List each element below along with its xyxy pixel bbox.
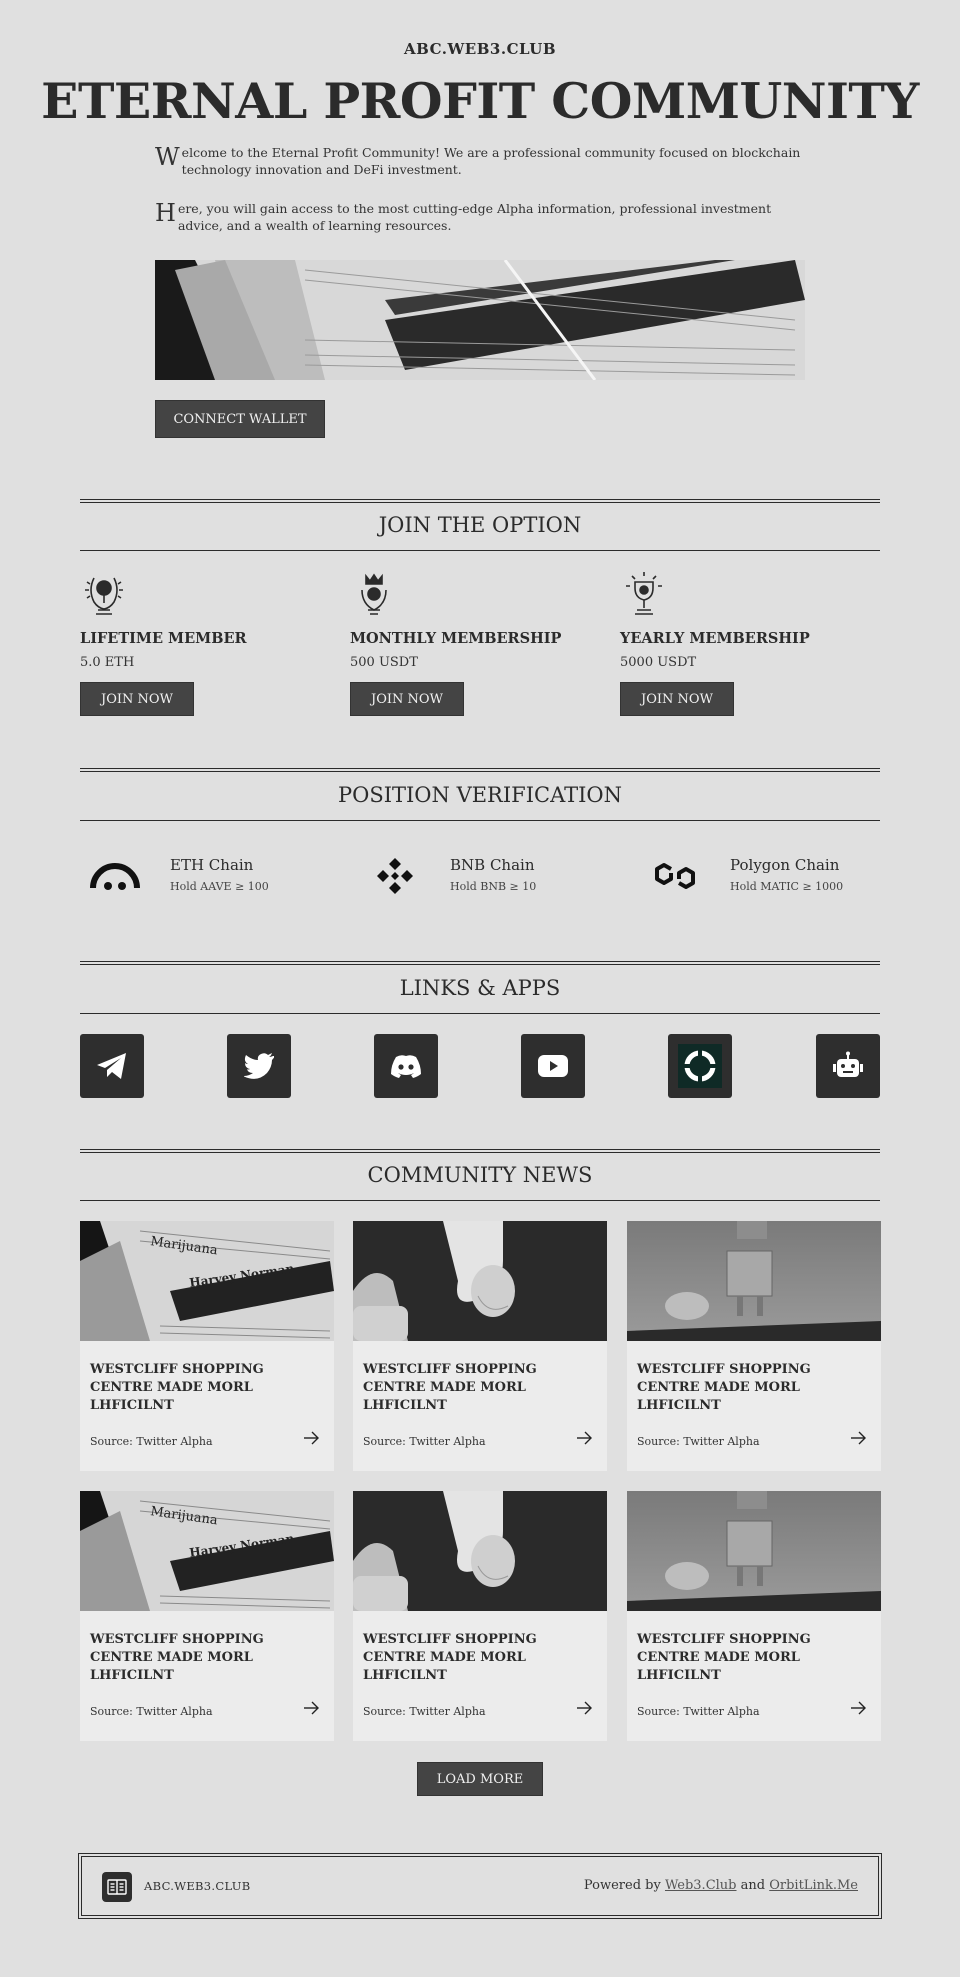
- news-title: WESTCLIFF SHOPPING CENTRE MADE MORL LHFI…: [363, 1362, 537, 1413]
- polygon-icon: [640, 846, 710, 906]
- plan-name: MONTHLY MEMBERSHIP: [350, 630, 562, 647]
- section-rule: [80, 1149, 880, 1153]
- intro-paragraph-1: Welcome to the Eternal Profit Community!…: [155, 143, 801, 177]
- news-title: WESTCLIFF SHOPPING CENTRE MADE MORL LHFI…: [637, 1362, 811, 1413]
- news-title: WESTCLIFF SHOPPING CENTRE MADE MORL LHFI…: [363, 1632, 537, 1683]
- arrow-right-icon[interactable]: [575, 1429, 593, 1447]
- news-source: Source: Twitter Alpha: [637, 1705, 760, 1718]
- arrow-right-icon[interactable]: [302, 1699, 320, 1717]
- site-name: ABC.WEB3.CLUB: [403, 40, 557, 58]
- news-card[interactable]: Marijuana Harvey Norman WESTCLIFF SHOPPING…: [80, 1491, 334, 1741]
- chain-name: BNB Chain: [450, 856, 535, 874]
- chain-requirement: Hold MATIC ≥ 1000: [730, 880, 844, 893]
- arrow-right-icon[interactable]: [849, 1699, 867, 1717]
- news-source: Source: Twitter Alpha: [90, 1435, 213, 1448]
- chain-requirement: Hold BNB ≥ 10: [450, 880, 537, 893]
- plan-name: YEARLY MEMBERSHIP: [620, 630, 810, 647]
- footer-site-name: ABC.WEB3.CLUB: [144, 1879, 251, 1893]
- robot-icon[interactable]: [816, 1034, 880, 1098]
- news-source: Source: Twitter Alpha: [90, 1705, 213, 1718]
- arrow-right-icon[interactable]: [849, 1429, 867, 1447]
- youtube-icon[interactable]: [521, 1034, 585, 1098]
- orbitlink-link[interactable]: OrbitLink.Me: [769, 1878, 858, 1893]
- chain-name: ETH Chain: [170, 856, 254, 874]
- intro-paragraph-2: Here, you will gain access to the most c…: [155, 199, 772, 233]
- section-title-verification: POSITION VERIFICATION: [337, 783, 623, 807]
- drop-cap: W: [155, 143, 180, 171]
- crown-hands-icon: [350, 570, 398, 618]
- section-rule: [80, 768, 880, 772]
- plan-price: 5000 USDT: [620, 655, 697, 670]
- app-ring-icon[interactable]: [668, 1034, 732, 1098]
- news-thumbnail: [353, 1221, 607, 1341]
- aave-icon: [80, 846, 150, 906]
- section-title-news: COMMUNITY NEWS: [367, 1163, 593, 1187]
- drop-cap: H: [155, 199, 176, 227]
- section-line: [80, 820, 880, 821]
- plan-name: LIFETIME MEMBER: [80, 630, 247, 647]
- chain-polygon: Polygon Chain Hold MATIC ≥ 1000: [640, 846, 900, 906]
- discord-icon[interactable]: [374, 1034, 438, 1098]
- join-now-button-yearly[interactable]: JOIN NOW: [620, 682, 734, 716]
- news-thumbnail: [353, 1491, 607, 1611]
- web3club-link[interactable]: Web3.Club: [665, 1878, 737, 1893]
- news-card[interactable]: WESTCLIFF SHOPPING CENTRE MADE MORL LHFI…: [353, 1491, 607, 1741]
- plan-price: 500 USDT: [350, 655, 418, 670]
- news-card[interactable]: WESTCLIFF SHOPPING CENTRE MADE MORL LHFI…: [627, 1221, 881, 1471]
- join-now-button-lifetime[interactable]: JOIN NOW: [80, 682, 194, 716]
- plan-yearly: YEARLY MEMBERSHIP 5000 USDT JOIN NOW: [620, 570, 870, 716]
- chain-name: Polygon Chain: [730, 856, 840, 874]
- news-card[interactable]: WESTCLIFF SHOPPING CENTRE MADE MORL LHFI…: [627, 1491, 881, 1741]
- bnb-icon: [360, 846, 430, 906]
- section-rule: [80, 961, 880, 965]
- news-thumbnail: Marijuana Harvey Norman: [80, 1221, 334, 1341]
- arrow-right-icon[interactable]: [302, 1429, 320, 1447]
- news-source: Source: Twitter Alpha: [637, 1435, 760, 1448]
- news-card[interactable]: WESTCLIFF SHOPPING CENTRE MADE MORL LHFI…: [353, 1221, 607, 1471]
- connect-wallet-button[interactable]: CONNECT WALLET: [155, 400, 325, 438]
- news-thumbnail: [627, 1491, 881, 1611]
- section-rule: [80, 499, 880, 503]
- news-title: WESTCLIFF SHOPPING CENTRE MADE MORL LHFI…: [637, 1632, 811, 1683]
- footer: ABC.WEB3.CLUB Powered by Web3.Club and O…: [78, 1853, 882, 1919]
- hero-image: [155, 260, 805, 380]
- section-line: [80, 550, 880, 551]
- section-title-options: JOIN THE OPTION: [378, 513, 582, 537]
- hero-title: ETERNAL PROFIT COMMUNITY: [41, 72, 919, 130]
- shining-trophy-icon: [620, 570, 668, 618]
- laurel-trophy-icon: [80, 570, 128, 618]
- section-line: [80, 1013, 880, 1014]
- section-line: [80, 1200, 880, 1201]
- plan-price: 5.0 ETH: [80, 655, 135, 670]
- arrow-right-icon[interactable]: [575, 1699, 593, 1717]
- news-title: WESTCLIFF SHOPPING CENTRE MADE MORL LHFI…: [90, 1362, 264, 1413]
- news-thumbnail: [627, 1221, 881, 1341]
- book-logo-icon: [102, 1872, 132, 1902]
- chain-requirement: Hold AAVE ≥ 100: [170, 880, 269, 893]
- news-title: WESTCLIFF SHOPPING CENTRE MADE MORL LHFI…: [90, 1632, 264, 1683]
- plan-lifetime: LIFETIME MEMBER 5.0 ETH JOIN NOW: [80, 570, 330, 716]
- news-card[interactable]: Marijuana Harvey Norman WESTCLIFF SHOPPING…: [80, 1221, 334, 1471]
- news-thumbnail: Marijuana Harvey Norman: [80, 1491, 334, 1611]
- chain-bnb: BNB Chain Hold BNB ≥ 10: [360, 846, 620, 906]
- twitter-icon[interactable]: [227, 1034, 291, 1098]
- footer-powered-by: Powered by Web3.Club and OrbitLink.Me: [583, 1878, 858, 1893]
- load-more-button[interactable]: LOAD MORE: [417, 1762, 543, 1796]
- section-title-links: LINKS & APPS: [399, 976, 561, 1000]
- news-source: Source: Twitter Alpha: [363, 1705, 486, 1718]
- join-now-button-monthly[interactable]: JOIN NOW: [350, 682, 464, 716]
- chain-eth: ETH Chain Hold AAVE ≥ 100: [80, 846, 340, 906]
- plan-monthly: MONTHLY MEMBERSHIP 500 USDT JOIN NOW: [350, 570, 600, 716]
- telegram-icon[interactable]: [80, 1034, 144, 1098]
- news-source: Source: Twitter Alpha: [363, 1435, 486, 1448]
